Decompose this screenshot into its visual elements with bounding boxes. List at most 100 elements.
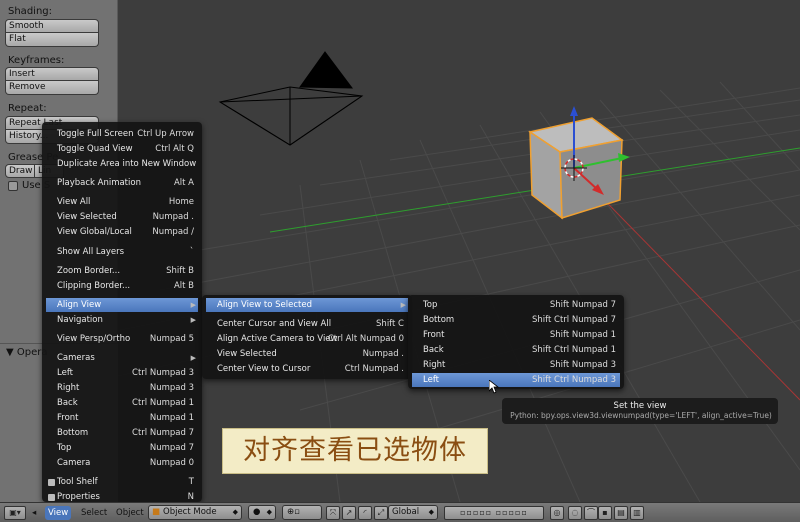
camera-object[interactable]: [218, 51, 364, 146]
item-shortcut: `: [189, 247, 194, 257]
item-label: Tool Shelf: [57, 477, 98, 487]
tooltip-python: Python: bpy.ops.view3d.viewnumpad(type='…: [510, 411, 772, 420]
repeat-label: Repeat:: [8, 103, 47, 114]
item-label: Bottom: [423, 315, 455, 325]
pivot-point-dropdown[interactable]: ⊕▫: [282, 505, 322, 520]
menu-item-navigation[interactable]: Navigation ▶: [46, 313, 198, 327]
item-shortcut: Shift Ctrl Numpad 3: [532, 375, 616, 385]
lock-layers-icon[interactable]: ◎: [550, 506, 564, 520]
item-shortcut: Ctrl Numpad .: [344, 364, 404, 374]
menu-item-sel-bottom[interactable]: Bottom Shift Ctrl Numpad 7: [412, 313, 620, 327]
flat-button[interactable]: Flat: [5, 33, 99, 47]
mode-dropdown[interactable]: ■ Object Mode ◆: [148, 505, 242, 520]
translate-icon[interactable]: ↗: [342, 506, 356, 520]
align-view-submenu: Align View to Selected ▶ Center Cursor an…: [202, 295, 412, 379]
menu-item-align-view[interactable]: Align View ▶: [46, 298, 198, 312]
viewport-shading-dropdown[interactable]: ● ◆: [248, 505, 276, 520]
item-label: Front: [57, 413, 79, 423]
item-shortcut: Ctrl Numpad 1: [132, 398, 194, 408]
item-label: Toggle Full Screen: [57, 129, 134, 139]
item-label: Top: [57, 443, 72, 453]
mode-cube-icon: ■: [152, 507, 161, 517]
menu-item-view-all[interactable]: View All Home: [46, 195, 198, 209]
item-label: View Selected: [57, 212, 117, 222]
collapse-menus-icon[interactable]: ◂: [32, 506, 36, 520]
item-label: View Global/Local: [57, 227, 132, 237]
manipulator-toggle-icon[interactable]: ⤧: [326, 506, 340, 520]
menu-item-camera[interactable]: Camera Numpad 0: [46, 456, 198, 470]
item-label: View Selected: [217, 349, 277, 359]
menu-item-top[interactable]: Top Numpad 7: [46, 441, 198, 455]
menu-item-view-selected[interactable]: View Selected Numpad .: [46, 210, 198, 224]
menu-item-duplicate-area[interactable]: Duplicate Area into New Window: [46, 157, 198, 171]
render-opengl-icon[interactable]: ▤: [614, 506, 628, 520]
item-label: Properties: [57, 492, 100, 502]
item-label: Zoom Border...: [57, 266, 121, 276]
menu-item-center-cursor-view-all[interactable]: Center Cursor and View All Shift C: [206, 317, 408, 331]
proportional-edit-icon[interactable]: ◌: [568, 506, 582, 520]
transform-orientation-dropdown[interactable]: Global ◆: [388, 505, 438, 520]
snap-icon[interactable]: ⌒: [584, 506, 598, 520]
menu-item-bottom[interactable]: Bottom Ctrl Numpad 7: [46, 426, 198, 440]
menu-item-zoom-border[interactable]: Zoom Border... Shift B: [46, 264, 198, 278]
item-shortcut: Shift Numpad 7: [549, 300, 616, 310]
menu-item-back[interactable]: Back Ctrl Numpad 1: [46, 396, 198, 410]
menu-item-front[interactable]: Front Numpad 1: [46, 411, 198, 425]
menu-item-sel-back[interactable]: Back Shift Ctrl Numpad 1: [412, 343, 620, 357]
item-label: Back: [423, 345, 444, 355]
remove-keyframe-button[interactable]: Remove: [5, 81, 99, 95]
item-shortcut: Shift C: [376, 319, 404, 329]
menu-item-clipping-border[interactable]: Clipping Border... Alt B: [46, 279, 198, 293]
item-shortcut: Alt A: [173, 178, 194, 188]
draw-button[interactable]: Draw: [5, 164, 35, 178]
mode-label: Object Mode: [163, 507, 217, 517]
sphere-icon: ●: [253, 507, 261, 517]
menu-item-align-active-camera[interactable]: Align Active Camera to View Ctrl Alt Nump…: [206, 332, 408, 346]
dropdown-arrow-icon: ◆: [232, 508, 238, 516]
object-menu-button[interactable]: Object: [116, 506, 144, 520]
menu-item-right[interactable]: Right Numpad 3: [46, 381, 198, 395]
use-sketching-checkbox[interactable]: [8, 181, 18, 191]
item-shortcut: Ctrl Alt Numpad 0: [327, 334, 404, 344]
menu-item-left[interactable]: Left Ctrl Numpad 3: [46, 366, 198, 380]
menu-item-sel-front[interactable]: Front Shift Numpad 1: [412, 328, 620, 342]
view-menu-button[interactable]: View: [45, 506, 72, 520]
menu-item-cameras[interactable]: Cameras ▶: [46, 351, 198, 365]
insert-keyframe-button[interactable]: Insert: [5, 67, 99, 81]
menu-item-view-global-local[interactable]: View Global/Local Numpad /: [46, 225, 198, 239]
menu-item-playback-animation[interactable]: Playback Animation Alt A: [46, 176, 198, 190]
item-label: Cameras: [57, 353, 95, 363]
item-label: Back: [57, 398, 78, 408]
item-label: Top: [423, 300, 438, 310]
dropdown-arrow-icon: ◆: [266, 508, 272, 516]
menu-item-view-persp-ortho[interactable]: View Persp/Ortho Numpad 5: [46, 332, 198, 346]
menu-item-toggle-quad-view[interactable]: Toggle Quad View Ctrl Alt Q: [46, 142, 198, 156]
smooth-button[interactable]: Smooth: [5, 19, 99, 33]
layer-buttons[interactable]: ▫▫▫▫▫ ▫▫▫▫▫: [444, 506, 544, 520]
item-label: Align View: [57, 300, 102, 310]
menu-item-align-view-to-selected[interactable]: Align View to Selected ▶: [206, 298, 408, 312]
menu-item-view-selected-2[interactable]: View Selected Numpad .: [206, 347, 408, 361]
menu-item-tool-shelf[interactable]: Tool Shelf T: [46, 475, 198, 489]
menu-item-sel-top[interactable]: Top Shift Numpad 7: [412, 298, 620, 312]
menu-item-toggle-full-screen[interactable]: Toggle Full Screen Ctrl Up Arrow: [46, 127, 198, 141]
menu-item-show-all-layers[interactable]: Show All Layers `: [46, 245, 198, 259]
item-shortcut: T: [188, 477, 194, 487]
rotate-icon[interactable]: ◜: [358, 506, 372, 520]
menu-item-center-view-to-cursor[interactable]: Center View to Cursor Ctrl Numpad .: [206, 362, 408, 376]
scale-icon[interactable]: ⤢: [374, 506, 388, 520]
item-shortcut: Numpad 1: [149, 413, 194, 423]
render-animation-icon[interactable]: ▥: [630, 506, 644, 520]
snap-element-icon[interactable]: ▪: [598, 506, 612, 520]
item-label: Show All Layers: [57, 247, 125, 257]
dropdown-arrow-icon: ◆: [428, 508, 434, 516]
menu-item-sel-left[interactable]: Left Shift Ctrl Numpad 3: [412, 373, 620, 387]
item-label: Front: [423, 330, 445, 340]
item-shortcut: Alt B: [173, 281, 194, 291]
item-label: Left: [57, 368, 73, 378]
menu-item-sel-right[interactable]: Right Shift Numpad 3: [412, 358, 620, 372]
item-label: Toggle Quad View: [57, 144, 133, 154]
editor-type-icon[interactable]: ▣▾: [4, 506, 26, 520]
submenu-arrow-icon: ▶: [190, 354, 196, 362]
select-menu-button[interactable]: Select: [81, 506, 107, 520]
